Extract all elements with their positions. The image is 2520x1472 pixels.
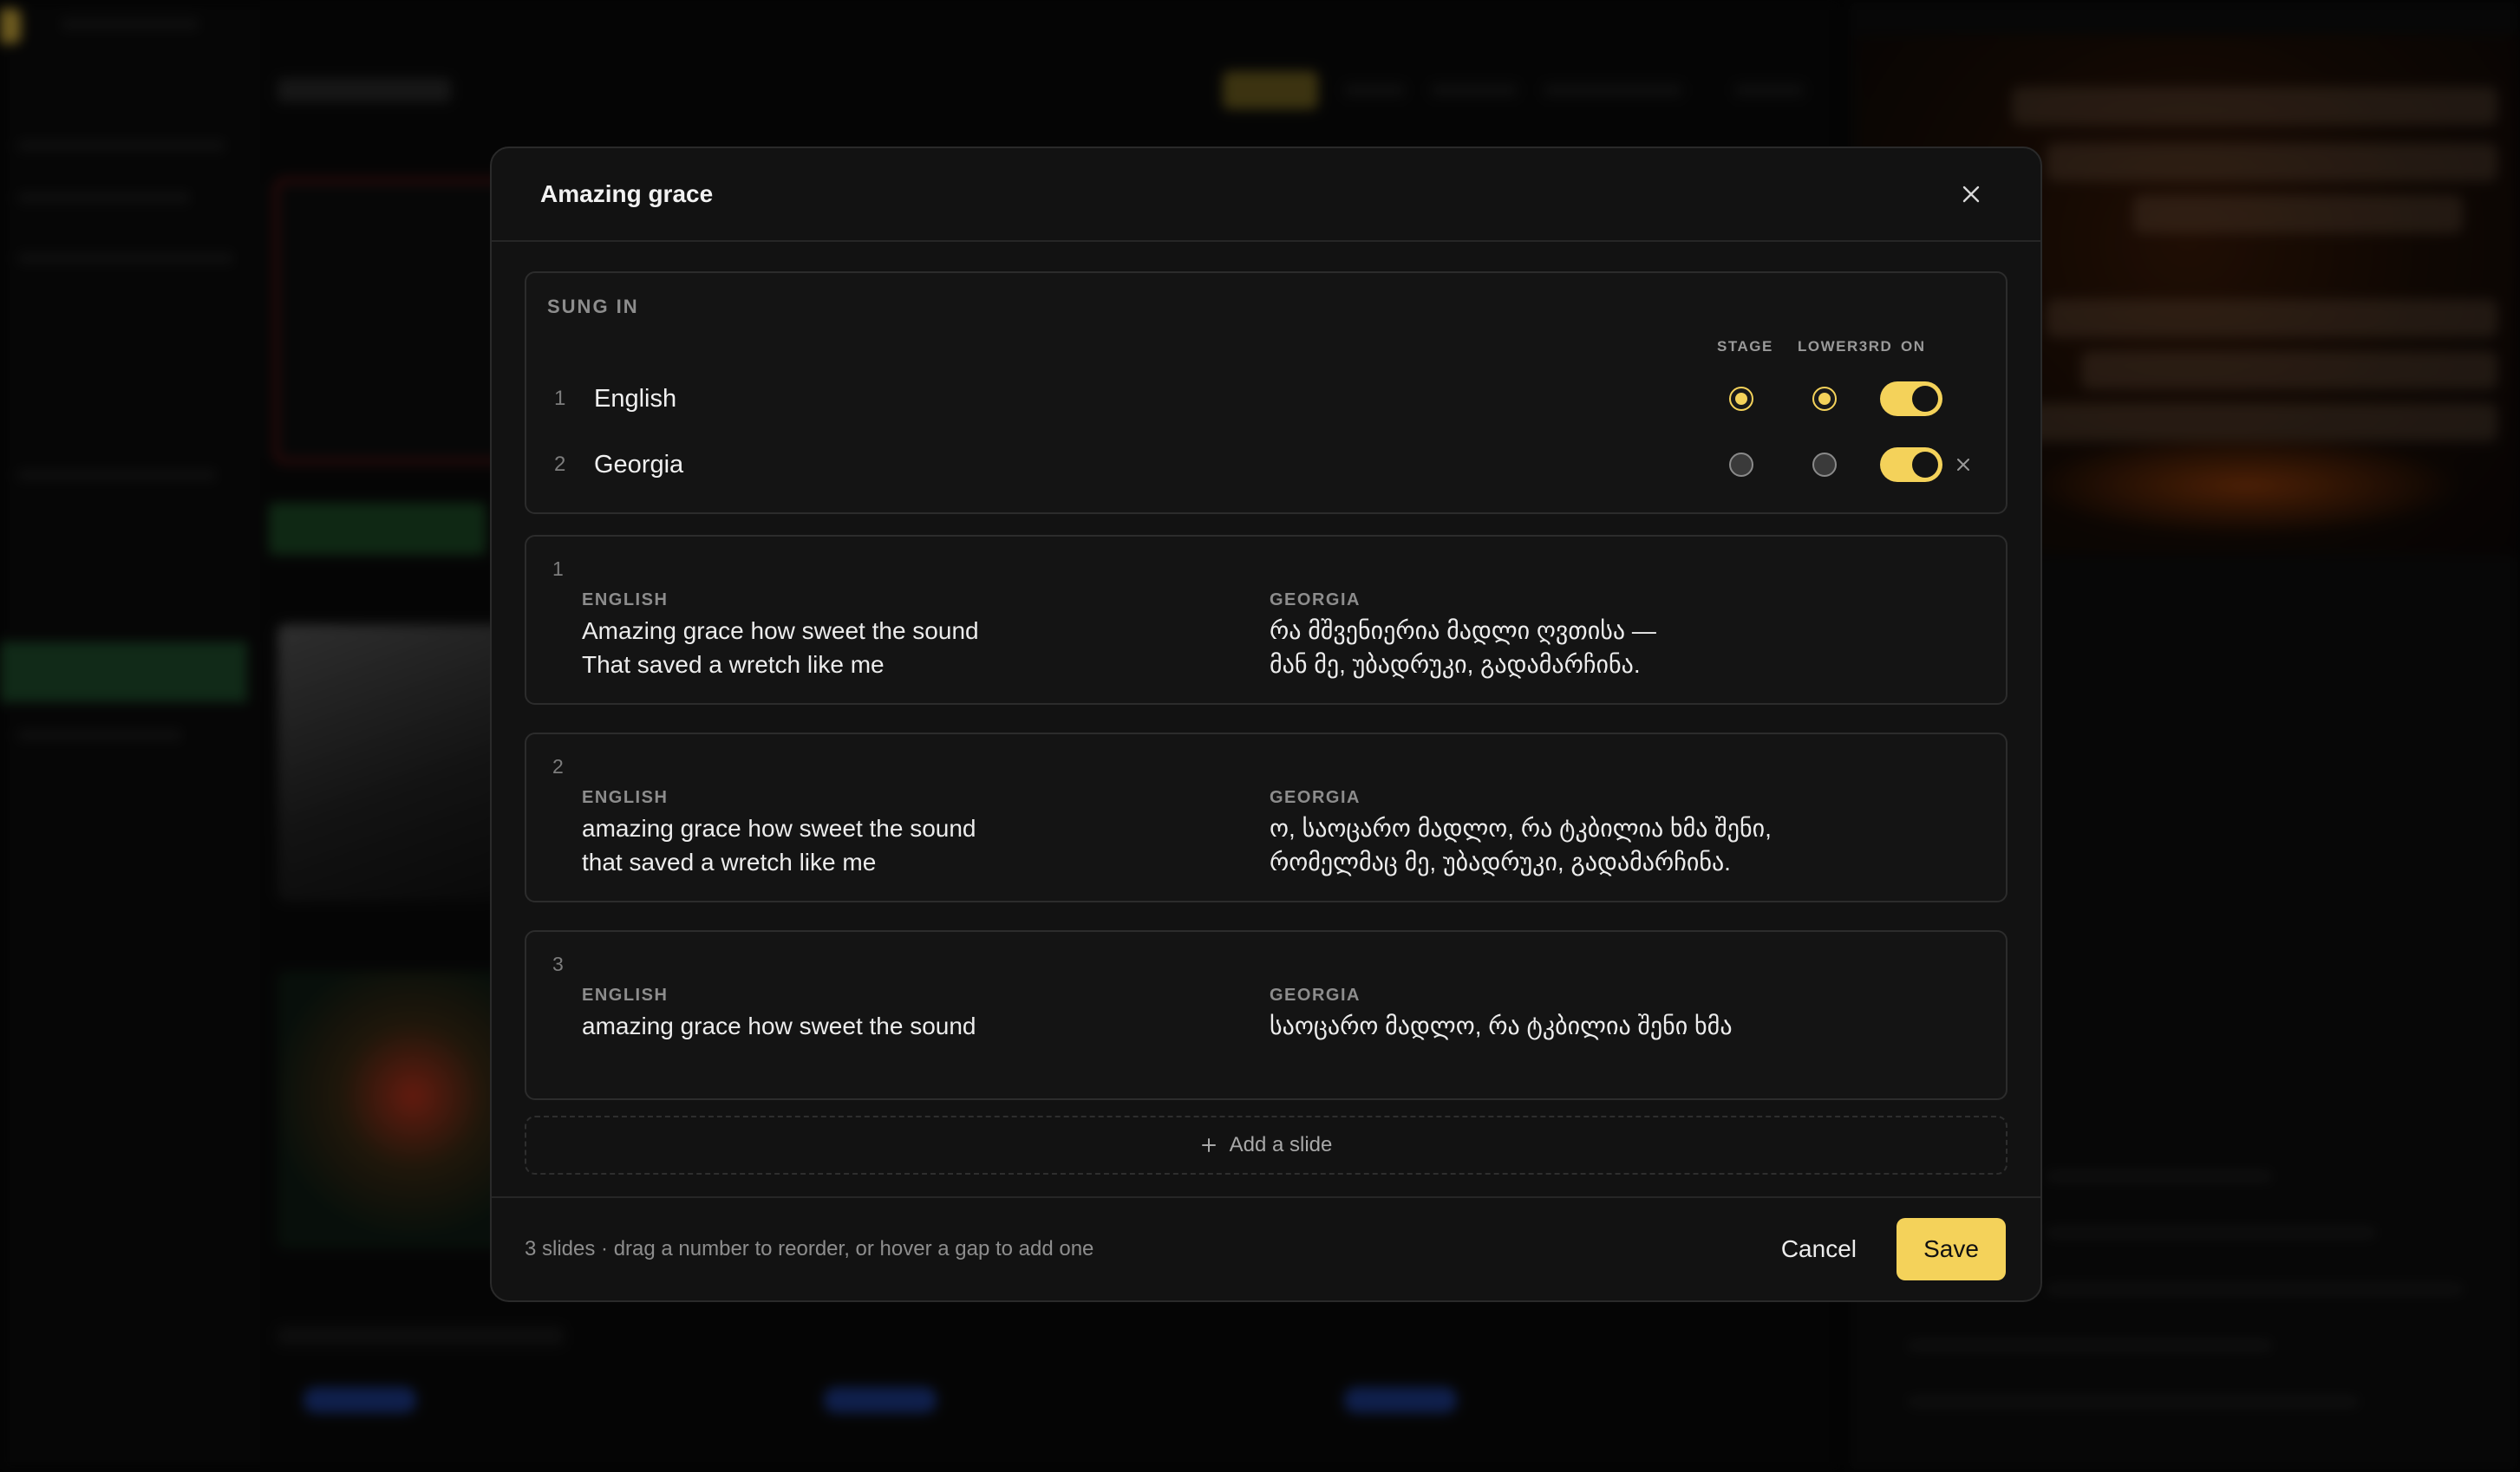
- save-button[interactable]: Save: [1897, 1218, 2006, 1280]
- lower3rd-radio-georgia[interactable]: [1812, 453, 1837, 477]
- close-icon: [1957, 459, 1969, 471]
- lyric-line[interactable]: That saved a wretch like me: [582, 648, 979, 681]
- add-slide-label: Add a slide: [1229, 1133, 1333, 1156]
- lower3rd-radio-english[interactable]: [1812, 387, 1837, 411]
- language-name: English: [594, 384, 677, 413]
- lyric-line[interactable]: amazing grace how sweet the sound: [582, 811, 976, 845]
- close-icon: [1962, 186, 1980, 203]
- song-editor-modal: Amazing grace SUNG IN STAGE LOWER3RD ON …: [490, 147, 2042, 1302]
- remove-language-button[interactable]: [1951, 453, 1975, 477]
- language-number: 1: [554, 387, 566, 410]
- column-label: ENGLISH: [582, 590, 669, 609]
- slide-column-georgia: GEORGIA ო, საოცარო მადლო, რა ტკბილია ხმა…: [1270, 788, 1772, 879]
- slide-column-english: ENGLISH amazing grace how sweet the soun…: [582, 788, 976, 879]
- lyric-line[interactable]: საოცარო მადლო, რა ტკბილია შენი ხმა: [1270, 1009, 1733, 1043]
- column-label: GEORGIA: [1270, 590, 1361, 609]
- slide-column-english: ENGLISH amazing grace how sweet the soun…: [582, 986, 976, 1043]
- language-row: 1 English: [547, 377, 1985, 420]
- section-label: SUNG IN: [547, 296, 639, 317]
- stage-radio-georgia[interactable]: [1729, 453, 1753, 477]
- add-slide-button[interactable]: Add a slide: [525, 1116, 2008, 1175]
- column-label: GEORGIA: [1270, 788, 1361, 807]
- modal-header: Amazing grace: [492, 148, 2040, 242]
- sung-in-panel: SUNG IN STAGE LOWER3RD ON 1 English 2 Ge…: [525, 271, 2008, 514]
- lyric-line[interactable]: that saved a wretch like me: [582, 845, 976, 879]
- slide-drag-handle[interactable]: 3: [552, 953, 564, 976]
- language-row: 2 Georgia: [547, 443, 1985, 486]
- slide-drag-handle[interactable]: 1: [552, 557, 564, 581]
- modal-title: Amazing grace: [540, 180, 714, 207]
- column-header-on: ON: [1901, 338, 1926, 355]
- lyric-line[interactable]: რომელმაც მე, უბადრუკი, გადამარჩინა.: [1270, 845, 1772, 879]
- slide-card[interactable]: 2 ENGLISH amazing grace how sweet the so…: [525, 733, 2008, 902]
- slide-column-georgia: GEORGIA რა მშვენიერია მადლი ღვთისა — მან…: [1270, 590, 1656, 681]
- on-toggle-georgia[interactable]: [1880, 447, 1942, 482]
- column-header-lower3rd: LOWER3RD: [1798, 338, 1893, 355]
- cancel-button[interactable]: Cancel: [1759, 1220, 1879, 1279]
- column-header-stage: STAGE: [1717, 338, 1773, 355]
- slide-card[interactable]: 3 ENGLISH amazing grace how sweet the so…: [525, 930, 2008, 1100]
- lyric-line[interactable]: რა მშვენიერია მადლი ღვთისა —: [1270, 614, 1656, 648]
- slide-drag-handle[interactable]: 2: [552, 755, 564, 778]
- lyric-line[interactable]: ო, საოცარო მადლო, რა ტკბილია ხმა შენი,: [1270, 811, 1772, 845]
- slide-card[interactable]: 1 ENGLISH Amazing grace how sweet the so…: [525, 535, 2008, 705]
- on-toggle-english[interactable]: [1880, 381, 1942, 416]
- footer-hint: 3 slides · drag a number to reorder, or …: [525, 1237, 1094, 1260]
- language-number: 2: [554, 453, 566, 476]
- slide-column-georgia: GEORGIA საოცარო მადლო, რა ტკბილია შენი ხ…: [1270, 986, 1733, 1043]
- plus-icon: [1201, 1138, 1216, 1152]
- modal-footer: 3 slides · drag a number to reorder, or …: [492, 1196, 2040, 1300]
- slide-column-english: ENGLISH Amazing grace how sweet the soun…: [582, 590, 979, 681]
- stage-radio-english[interactable]: [1729, 387, 1753, 411]
- lyric-line[interactable]: Amazing grace how sweet the sound: [582, 614, 979, 648]
- column-label: GEORGIA: [1270, 986, 1361, 1005]
- column-label: ENGLISH: [582, 986, 669, 1005]
- lyric-line[interactable]: მან მე, უბადრუკი, გადამარჩინა.: [1270, 648, 1656, 681]
- modal-body: SUNG IN STAGE LOWER3RD ON 1 English 2 Ge…: [492, 242, 2040, 1175]
- close-button[interactable]: [1952, 175, 1990, 213]
- lyric-line[interactable]: amazing grace how sweet the sound: [582, 1009, 976, 1043]
- column-label: ENGLISH: [582, 788, 669, 807]
- language-name: Georgia: [594, 450, 684, 479]
